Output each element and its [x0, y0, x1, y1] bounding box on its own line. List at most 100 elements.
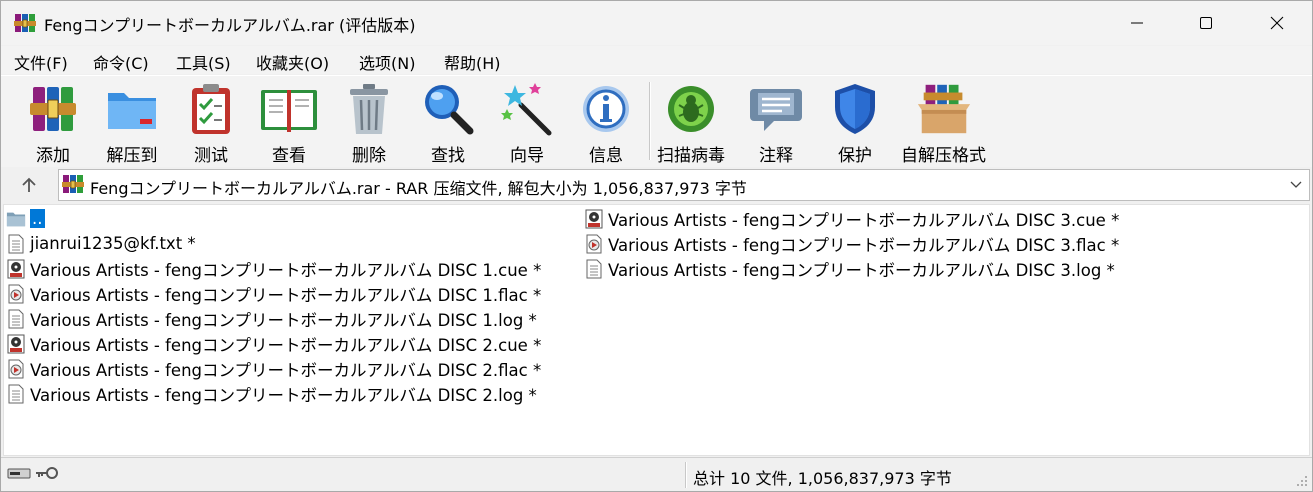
menu-favorites[interactable]: 收藏夹(O) [256, 50, 329, 74]
text-file-icon [8, 309, 24, 328]
menu-help[interactable]: 帮助(H) [444, 50, 501, 74]
file-name: Various Artists - fengコンプリートボーカルアルバム DIS… [30, 335, 542, 355]
menu-options[interactable]: 选项(N) [359, 50, 415, 74]
menu-tools[interactable]: 工具(S) [176, 50, 231, 74]
folder-up-icon [6, 212, 26, 226]
shield-icon [835, 84, 875, 134]
comment-icon [750, 89, 802, 131]
maximize-button[interactable] [1168, 1, 1244, 45]
file-item[interactable]: Various Artists - fengコンプリートボーカルアルバム DIS… [6, 256, 541, 281]
extract-folder-icon [108, 93, 156, 129]
drive-icon[interactable] [7, 465, 31, 481]
extract-to-button[interactable]: 解压到 [102, 80, 162, 166]
text-file-icon [8, 384, 24, 403]
menu-file[interactable]: 文件(F) [14, 50, 68, 74]
protect-button[interactable]: 保护 [825, 80, 885, 166]
arrow-up-icon [22, 177, 36, 192]
extract-to-label: 解压到 [106, 146, 158, 166]
up-folder-button[interactable] [16, 172, 42, 198]
delete-label: 删除 [352, 146, 386, 166]
text-file-icon [8, 234, 24, 253]
address-field[interactable]: Fengコンプリートボーカルアルバム.rar - RAR 压缩文件, 解包大小为… [58, 169, 1310, 201]
file-item[interactable]: Various Artists - fengコンプリートボーカルアルバム DIS… [6, 281, 541, 306]
title-bar[interactable]: Fengコンプリートボーカルアルバム.rar (评估版本) [1, 1, 1312, 45]
file-item[interactable]: Various Artists - fengコンプリートボーカルアルバム DIS… [584, 256, 1115, 281]
file-item[interactable]: Various Artists - fengコンプリートボーカルアルバム DIS… [6, 331, 541, 356]
file-item[interactable]: Various Artists - fengコンプリートボーカルアルバム DIS… [584, 206, 1119, 231]
cue-file-icon [7, 259, 25, 278]
chevron-down-icon[interactable] [1289, 177, 1303, 191]
view-button[interactable]: 查看 [259, 80, 319, 166]
test-label: 测试 [194, 146, 228, 166]
virus-scan-button[interactable]: 扫描病毒 [657, 80, 725, 166]
winrar-app-icon [14, 14, 36, 32]
find-label: 查找 [431, 146, 465, 166]
file-name: .. [30, 209, 45, 228]
wizard-label: 向导 [510, 146, 544, 166]
minimize-button[interactable] [1099, 1, 1175, 45]
view-label: 查看 [272, 146, 306, 166]
file-item[interactable]: Various Artists - fengコンプリートボーカルアルバム DIS… [6, 306, 537, 331]
delete-button[interactable]: 删除 [339, 80, 399, 166]
comment-button[interactable]: 注释 [746, 80, 806, 166]
status-divider [685, 462, 687, 488]
file-item[interactable]: Various Artists - fengコンプリートボーカルアルバム DIS… [6, 381, 537, 406]
comment-label: 注释 [759, 146, 793, 166]
status-bar: 总计 10 文件, 1,056,837,973 字节 [1, 457, 1312, 491]
add-button[interactable]: 添加 [23, 80, 83, 166]
key-icon[interactable] [35, 465, 59, 481]
text-file-icon [586, 259, 602, 278]
file-name: Various Artists - fengコンプリートボーカルアルバム DIS… [608, 260, 1115, 280]
winrar-window: Fengコンプリートボーカルアルバム.rar (评估版本) 文件(F) 命令(C… [0, 0, 1313, 492]
test-button[interactable]: 测试 [181, 80, 241, 166]
wizard-button[interactable]: 向导 [497, 80, 557, 166]
cue-file-icon [7, 334, 25, 353]
file-item[interactable]: Various Artists - fengコンプリートボーカルアルバム DIS… [584, 231, 1119, 256]
toolbar: 添加 解压到 测试 查看 删除 查找 向导 信息 扫描病毒 注释 保护 自解压格… [1, 75, 1312, 167]
flac-file-icon [586, 234, 602, 253]
file-item[interactable]: jianrui1235@kf.txt * [6, 231, 196, 256]
protect-label: 保护 [838, 146, 872, 166]
file-name: Various Artists - fengコンプリートボーカルアルバム DIS… [30, 285, 542, 305]
find-button[interactable]: 查找 [418, 80, 478, 166]
virus-scan-icon [668, 86, 714, 132]
info-icon [583, 86, 629, 132]
toolbar-separator [649, 82, 651, 160]
file-name: Various Artists - fengコンプリートボーカルアルバム DIS… [30, 310, 537, 330]
add-label: 添加 [36, 146, 70, 166]
virus-scan-label: 扫描病毒 [657, 146, 725, 166]
minimize-icon [1131, 22, 1143, 24]
flac-file-icon [8, 284, 24, 303]
file-name: Various Artists - fengコンプリートボーカルアルバム DIS… [30, 360, 542, 380]
add-archive-icon [30, 87, 76, 131]
status-summary: 总计 10 文件, 1,056,837,973 字节 [693, 469, 952, 488]
file-list[interactable]: .. jianrui1235@kf.txt * Various Artists … [3, 204, 1310, 456]
menu-bar: 文件(F) 命令(C) 工具(S) 收藏夹(O) 选项(N) 帮助(H) [1, 46, 1312, 74]
status-icons [7, 465, 59, 481]
cue-file-icon [585, 209, 603, 228]
address-row: Fengコンプリートボーカルアルバム.rar - RAR 压缩文件, 解包大小为… [1, 168, 1312, 203]
window-title: Fengコンプリートボーカルアルバム.rar (评估版本) [44, 16, 416, 35]
info-button[interactable]: 信息 [576, 80, 636, 166]
close-button[interactable] [1239, 1, 1313, 45]
file-name: Various Artists - fengコンプリートボーカルアルバム DIS… [30, 260, 542, 280]
maximize-icon [1200, 17, 1212, 29]
info-label: 信息 [589, 146, 623, 166]
sfx-box-icon [917, 84, 970, 134]
sfx-label: 自解压格式 [901, 146, 986, 166]
menu-command[interactable]: 命令(C) [93, 50, 149, 74]
view-book-icon [261, 90, 317, 132]
resize-grip-icon[interactable] [1296, 475, 1308, 487]
rar-archive-icon [62, 175, 84, 193]
flac-file-icon [8, 359, 24, 378]
file-item[interactable]: Various Artists - fengコンプリートボーカルアルバム DIS… [6, 356, 541, 381]
magnifier-icon [425, 85, 474, 135]
file-name: Various Artists - fengコンプリートボーカルアルバム DIS… [30, 385, 537, 405]
file-name: Various Artists - fengコンプリートボーカルアルバム DIS… [608, 210, 1120, 230]
sfx-button[interactable]: 自解压格式 [901, 80, 986, 166]
file-name: jianrui1235@kf.txt * [30, 234, 196, 253]
parent-folder-item[interactable]: .. [6, 206, 45, 231]
address-text: Fengコンプリートボーカルアルバム.rar - RAR 压缩文件, 解包大小为… [90, 179, 747, 198]
close-icon [1270, 16, 1284, 30]
test-clipboard-icon [192, 84, 230, 134]
